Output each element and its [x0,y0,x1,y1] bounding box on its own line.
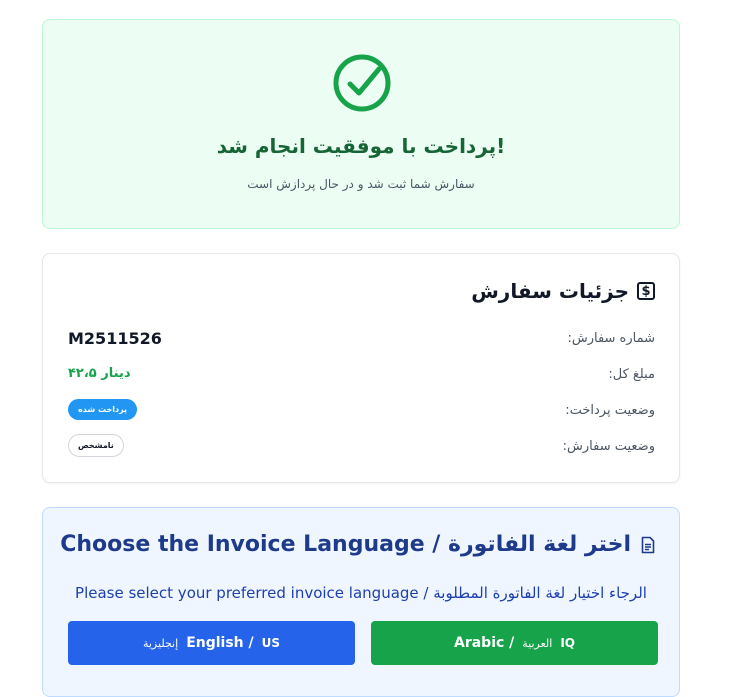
invoice-language-card: Choose the Invoice Language / اختر لغة ا… [42,507,680,697]
english-label: English / [186,635,254,651]
order-number-value: M2511526 [68,329,162,348]
amount-value: ۴۲،۵ دینار [68,366,131,381]
amount-label: مبلغ کل: [608,367,655,382]
order-status-label: وضعیت سفارش: [562,439,655,454]
document-icon [641,536,655,553]
english-invoice-button[interactable]: إنجليزية English / US [68,621,355,665]
arabic-label: Arabic / [453,635,515,651]
success-subtitle: سفارش شما ثبت شد و در حال پردازش است [247,177,475,191]
order-number-label: شماره سفارش: [567,331,655,346]
payment-success-card: پرداخت با موفقیت انجام شد! سفارش شما ثبت… [42,19,680,229]
invoice-language-title: Choose the Invoice Language / اختر لغة ا… [60,532,631,557]
english-native-label: إنجليزية [142,636,179,650]
payment-status-badge: پرداخت شده [68,399,138,420]
arabic-invoice-button[interactable]: Arabic / العربية IQ [371,621,658,665]
dollar-icon: $ [637,282,655,300]
order-details-heading: $ جزئیات سفارش [471,279,655,303]
order-details-card: $ جزئیات سفارش شماره سفارش: M2511526 مبل… [42,253,680,483]
invoice-language-subtitle: Please select your preferred invoice lan… [75,584,647,602]
success-title: پرداخت با موفقیت انجام شد! [216,134,506,158]
invoice-language-heading: Choose the Invoice Language / اختر لغة ا… [60,532,655,557]
us-flag-icon: US [261,636,281,650]
arabic-native-label: العربية [522,636,553,650]
order-status-badge: نامشخص [68,434,124,457]
iq-flag-icon: IQ [560,636,576,650]
check-circle-icon [333,54,391,112]
order-details-title: جزئیات سفارش [471,279,629,303]
payment-status-label: وضعیت پرداخت: [565,403,655,418]
